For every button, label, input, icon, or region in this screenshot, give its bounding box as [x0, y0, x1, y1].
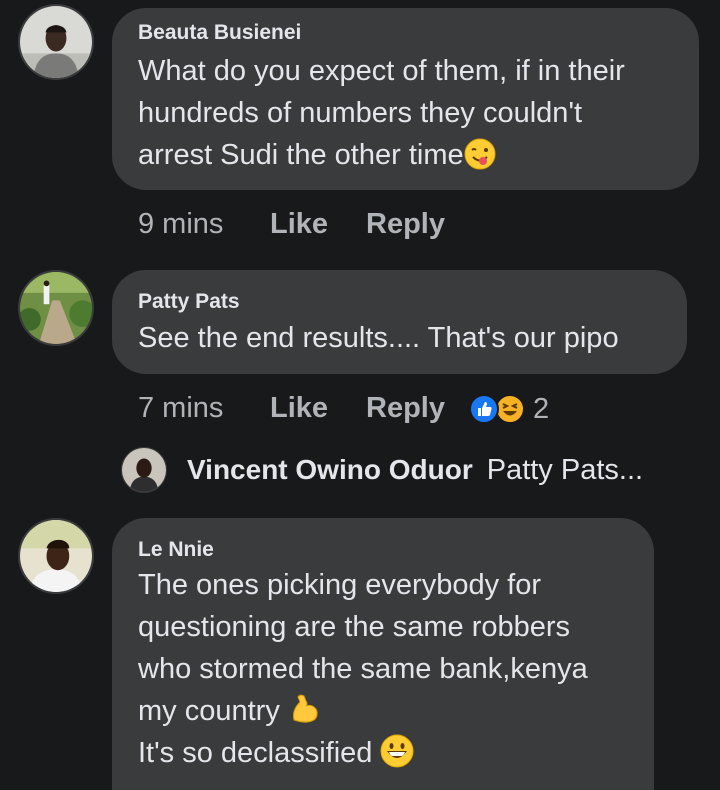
comment-text-line-with-emoji: my country — [138, 690, 322, 738]
like-button[interactable]: Like — [270, 208, 328, 241]
comment-author[interactable]: Beauta Busienei — [138, 21, 301, 45]
comment-text-line: arrest Sudi the other time — [138, 139, 464, 171]
avatar-patty[interactable] — [18, 270, 94, 346]
comment-text-line-with-emoji: arrest Sudi the other time — [138, 134, 496, 182]
avatar-beauta[interactable] — [18, 4, 94, 80]
reply-preview[interactable]: Vincent Owino Oduor Patty Pats... — [121, 446, 643, 494]
comment-text-line: hundreds of numbers they couldn't — [138, 97, 583, 129]
comment-time: 9 mins — [138, 208, 224, 240]
reply-author[interactable]: Vincent Owino Oduor — [187, 454, 473, 486]
comment-text-line: It's so declassified — [138, 737, 373, 769]
laughing-face-icon — [495, 394, 525, 424]
reply-button[interactable]: Reply — [366, 392, 445, 425]
comment-author[interactable]: Patty Pats — [138, 290, 240, 314]
comment-text-line: What do you expect of them, if in their — [138, 55, 625, 87]
avatar-vincent[interactable] — [121, 447, 167, 493]
comment-text-line: The ones picking everybody for — [138, 569, 541, 601]
reply-preview-text: Patty Pats... — [486, 453, 644, 486]
comment-text-line-with-emoji: It's so declassified — [138, 732, 414, 780]
comment-text-line: See the end results.... That's our pipo — [138, 322, 619, 354]
grinning-face-emoji — [380, 734, 414, 780]
like-button[interactable]: Like — [270, 392, 328, 425]
winking-tongue-face-emoji — [464, 138, 496, 182]
reply-button[interactable]: Reply — [366, 208, 445, 241]
comment-text-line: my country — [138, 695, 280, 727]
comment-author[interactable]: Le Nnie — [138, 538, 214, 562]
reaction-summary[interactable]: 2 — [469, 392, 549, 426]
comment-text-line: who stormed the same bank,kenya — [138, 653, 588, 685]
comments-section: Beauta Busienei What do you expect of th… — [0, 0, 720, 790]
avatar-le-nnie[interactable] — [18, 518, 94, 594]
reaction-count: 2 — [533, 392, 550, 425]
comment-time: 7 mins — [138, 392, 224, 424]
like-icon — [469, 394, 499, 424]
comment-text-line: questioning are the same robbers — [138, 611, 571, 643]
